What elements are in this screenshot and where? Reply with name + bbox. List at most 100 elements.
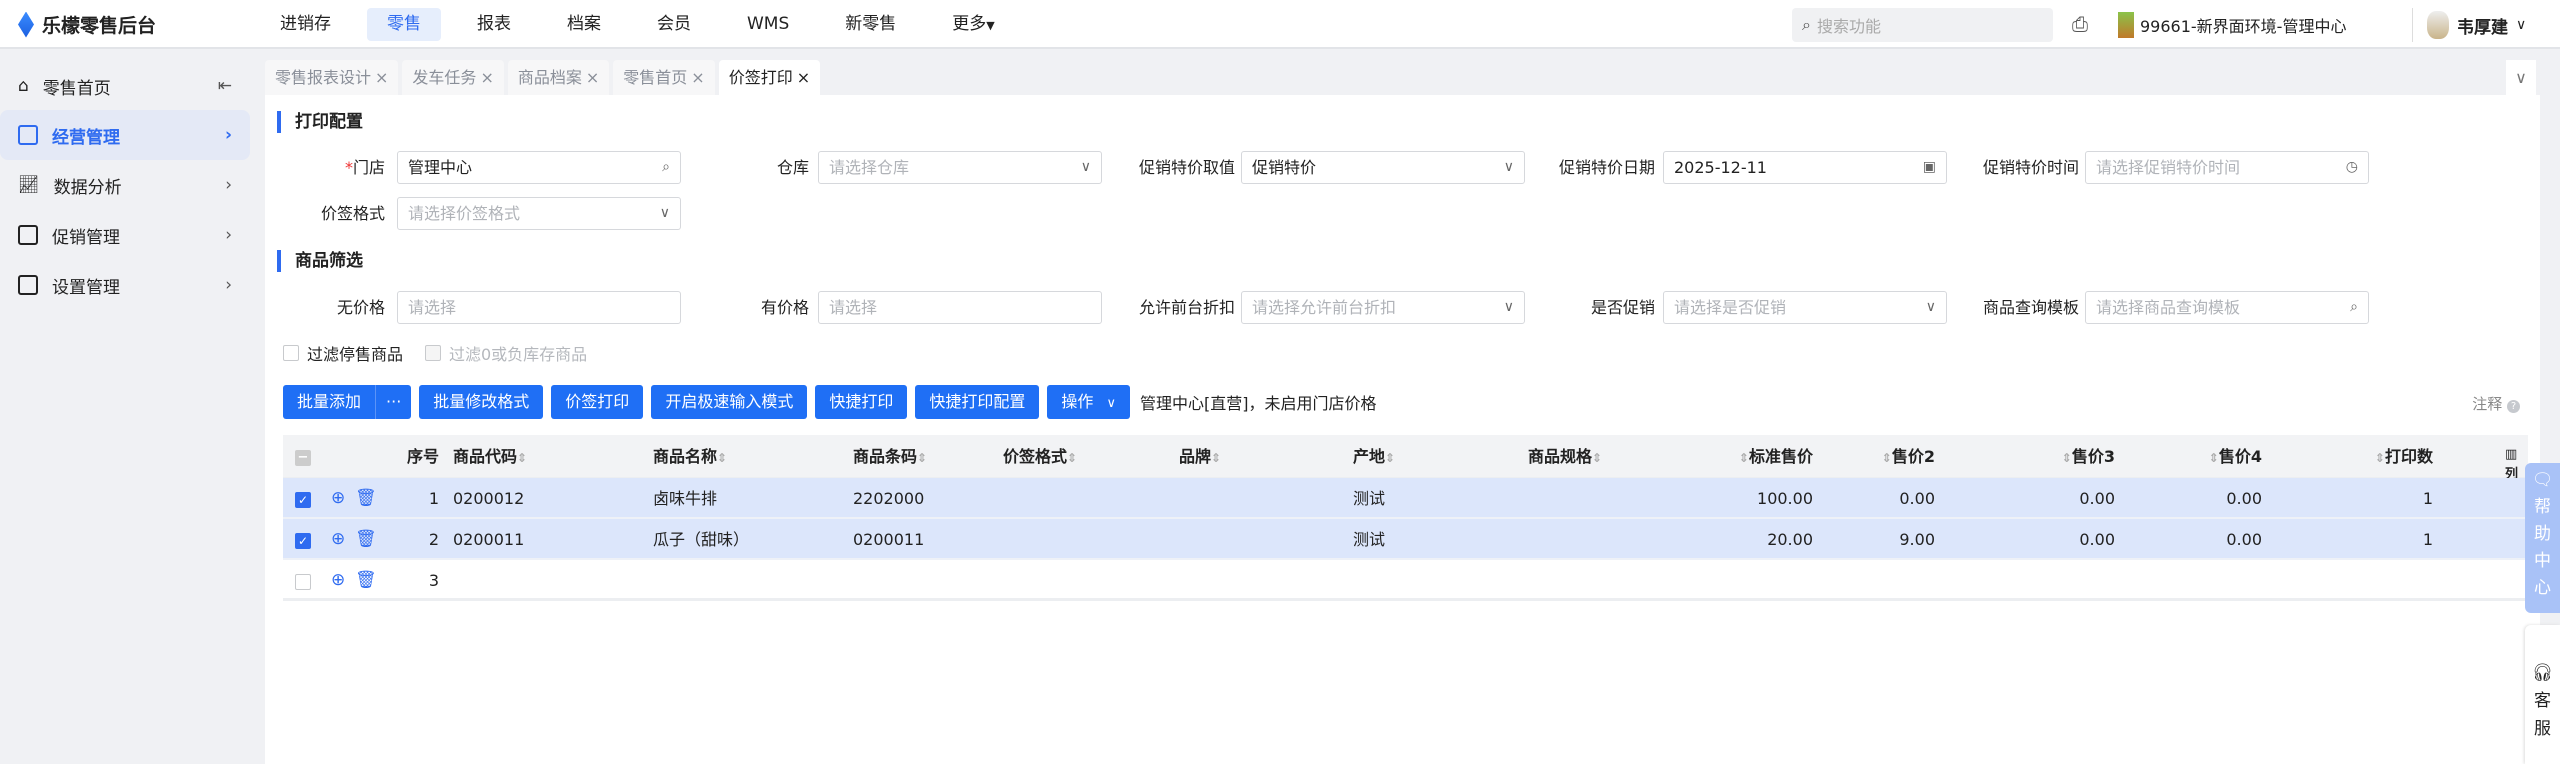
batch-add-more-button[interactable]: ··· xyxy=(375,385,412,419)
col-header-origin[interactable]: 产地⇕ xyxy=(1353,435,1395,480)
filter-stop-checkbox[interactable]: 过滤停售商品 xyxy=(283,341,403,365)
header-label: 商品规格 xyxy=(1528,447,1593,466)
operations-dropdown[interactable]: 操作 ∨ xyxy=(1047,385,1130,419)
quick-print-button[interactable]: 快捷打印 xyxy=(815,385,908,419)
help-center-button[interactable]: 🗨︎ 帮助中心 xyxy=(2525,463,2560,613)
customer-service-button[interactable]: 🎧︎ 客服 xyxy=(2525,625,2560,764)
placeholder: 请选择促销特价时间 xyxy=(2096,158,2241,177)
nav-item[interactable]: 报表 xyxy=(457,8,531,41)
tab-report-design[interactable]: 零售报表设计 × xyxy=(265,60,399,95)
more-label: 更多 xyxy=(952,14,987,34)
col-header-barcode[interactable]: 商品条码⇕ xyxy=(853,435,927,480)
warehouse-select[interactable]: 请选择仓库 ∨ xyxy=(818,151,1102,184)
template-label: 商品查询模板 xyxy=(1982,298,2079,317)
nav-item[interactable]: WMS xyxy=(727,8,809,41)
main-content: 打印配置 *门店 管理中心 ⌕ 仓库 请选择仓库 ∨ 促销特价取值 促销特价 ∨ 促销… xyxy=(265,95,2540,764)
template-select[interactable]: 请选择商品查询模板 ⌕ xyxy=(2085,291,2369,324)
col-header-price4[interactable]: ⇕售价4 xyxy=(2133,435,2262,480)
avatar xyxy=(2427,11,2449,39)
collapse-icon[interactable]: ⇤ xyxy=(218,76,232,96)
fast-input-button[interactable]: 开启极速输入模式 xyxy=(651,385,808,419)
sidebar-item-analysis[interactable]: 📈︎ 数据分析 › xyxy=(0,160,250,210)
col-header-brand[interactable]: 品牌⇕ xyxy=(1179,435,1221,480)
col-header-spec[interactable]: 商品规格⇕ xyxy=(1528,435,1602,480)
table-row-empty[interactable]: ⊕ 🗑︎ 3 xyxy=(283,560,2528,601)
header-label: 价签格式 xyxy=(1003,447,1068,466)
checkbox[interactable] xyxy=(283,345,299,361)
add-row-icon[interactable]: ⊕ xyxy=(331,478,345,519)
nav-item[interactable]: 新零售 xyxy=(825,8,916,41)
row-checkbox[interactable]: ✓ xyxy=(295,478,311,519)
tab-dispatch[interactable]: 发车任务 × xyxy=(402,60,504,95)
tab-product-archive[interactable]: 商品档案 × xyxy=(507,60,610,95)
has-price-input[interactable]: 请选择 xyxy=(818,291,1102,324)
col-header-price2[interactable]: ⇕售价2 xyxy=(1833,435,1935,480)
promo-filter-select[interactable]: 请选择是否促销 ∨ xyxy=(1663,291,1947,324)
add-row-icon[interactable]: ⊕ xyxy=(331,519,345,560)
tabs-dropdown-icon[interactable]: ∨ xyxy=(2506,60,2536,95)
delete-row-icon[interactable]: 🗑︎ xyxy=(355,519,377,560)
search-input[interactable]: ⌕ 搜索功能 xyxy=(1792,8,2053,42)
col-header-print-qty[interactable]: ⇕打印数 xyxy=(2283,435,2433,480)
close-icon[interactable]: × xyxy=(797,68,810,87)
close-icon[interactable]: × xyxy=(586,68,599,87)
cell-code: 0200011 xyxy=(453,530,525,549)
col-header-std-price[interactable]: ⇕标准售价 xyxy=(1683,435,1813,480)
promo-date-picker[interactable]: 2025-12-11 ▣ xyxy=(1663,151,1947,184)
nav-item[interactable]: 进销存 xyxy=(260,8,351,41)
col-header-name[interactable]: 商品名称⇕ xyxy=(653,435,727,480)
format-select[interactable]: 请选择价签格式 ∨ xyxy=(397,197,681,230)
delete-row-icon[interactable]: 🗑︎ xyxy=(355,478,377,519)
sort-icon: ⇕ xyxy=(1881,451,1892,465)
batch-add-button[interactable]: 批量添加 xyxy=(283,385,376,419)
select-all-checkbox[interactable]: − xyxy=(295,435,311,478)
promo-time-picker[interactable]: 请选择促销特价时间 ◷ xyxy=(2085,151,2369,184)
sort-icon: ⇕ xyxy=(2374,451,2385,465)
user-menu[interactable]: 韦厚建 ∨ xyxy=(2412,8,2526,42)
nav-item-more[interactable]: 更多▼ xyxy=(932,8,1014,41)
checkbox[interactable] xyxy=(425,345,441,361)
top-bar: 乐檬零售后台 进销存 零售 报表 档案 会员 WMS 新零售 更多▼ ⌕ 搜索功能… xyxy=(0,0,2560,49)
tab-retail-home[interactable]: 零售首页 × xyxy=(613,60,715,95)
promo-value-select[interactable]: 促销特价 ∨ xyxy=(1241,151,1525,184)
col-header-price3[interactable]: ⇕售价3 xyxy=(1983,435,2115,480)
filter-stock-checkbox[interactable]: 过滤0或负库存商品 xyxy=(425,341,587,365)
sidebar-item-promotion[interactable]: 促销管理 › xyxy=(0,210,250,260)
tab-price-label-print[interactable]: 价签打印 × xyxy=(718,60,821,95)
printer-icon[interactable]: ⎙ xyxy=(2072,12,2088,36)
close-icon[interactable]: × xyxy=(691,68,704,87)
annotation-link[interactable]: 注释 ? xyxy=(2472,393,2520,414)
sidebar-item-settings[interactable]: 设置管理 › xyxy=(0,260,250,310)
store-value: 管理中心 xyxy=(408,158,473,177)
row-checkbox[interactable]: ✓ xyxy=(295,519,311,560)
store-selector[interactable]: 99661-新界面环境-管理中心 xyxy=(2118,12,2346,38)
batch-format-button[interactable]: 批量修改格式 xyxy=(419,385,544,419)
add-row-icon[interactable]: ⊕ xyxy=(331,560,345,601)
discount-select[interactable]: 请选择允许前台折扣 ∨ xyxy=(1241,291,1525,324)
close-icon[interactable]: × xyxy=(375,68,388,87)
nav-item[interactable]: 档案 xyxy=(547,8,621,41)
nav-item[interactable]: 会员 xyxy=(637,8,711,41)
row-checkbox[interactable] xyxy=(295,560,311,601)
nav-item-active[interactable]: 零售 xyxy=(367,8,441,41)
required-mark: * xyxy=(344,158,353,177)
table-row[interactable]: ✓ ⊕ 🗑︎ 2 0200011 瓜子（甜味） 0200011 测试 20.00… xyxy=(283,519,2528,560)
no-price-input[interactable]: 请选择 xyxy=(397,291,681,324)
store-input[interactable]: 管理中心 ⌕ xyxy=(397,151,681,184)
table-header: − 序号 商品代码⇕ 商品名称⇕ 商品条码⇕ 价签格式⇕ 品牌⇕ 产地⇕ 商品规… xyxy=(283,435,2528,482)
sidebar-item-operations[interactable]: 经营管理 › xyxy=(0,110,250,160)
col-header-code[interactable]: 商品代码⇕ xyxy=(453,435,527,480)
chevron-right-icon: › xyxy=(224,125,232,145)
quick-print-config-button[interactable]: 快捷打印配置 xyxy=(915,385,1040,419)
service-label: 客服 xyxy=(2534,691,2551,739)
help-circle-icon: ? xyxy=(2507,400,2520,413)
delete-row-icon[interactable]: 🗑︎ xyxy=(355,560,377,601)
table-row[interactable]: ✓ ⊕ 🗑︎ 1 0200012 卤味牛排 2202000 测试 100.00 … xyxy=(283,478,2528,519)
col-header-format[interactable]: 价签格式⇕ xyxy=(1003,435,1077,480)
discount-tag-icon xyxy=(18,225,38,245)
price-label-print-button[interactable]: 价签打印 xyxy=(551,385,644,419)
checkbox-label: 过滤停售商品 xyxy=(307,345,404,364)
close-icon[interactable]: × xyxy=(480,68,493,87)
sidebar-item-retail-home[interactable]: ⌂ 零售首页 ⇤ xyxy=(0,61,250,111)
app-logo[interactable]: 乐檬零售后台 xyxy=(18,11,156,38)
